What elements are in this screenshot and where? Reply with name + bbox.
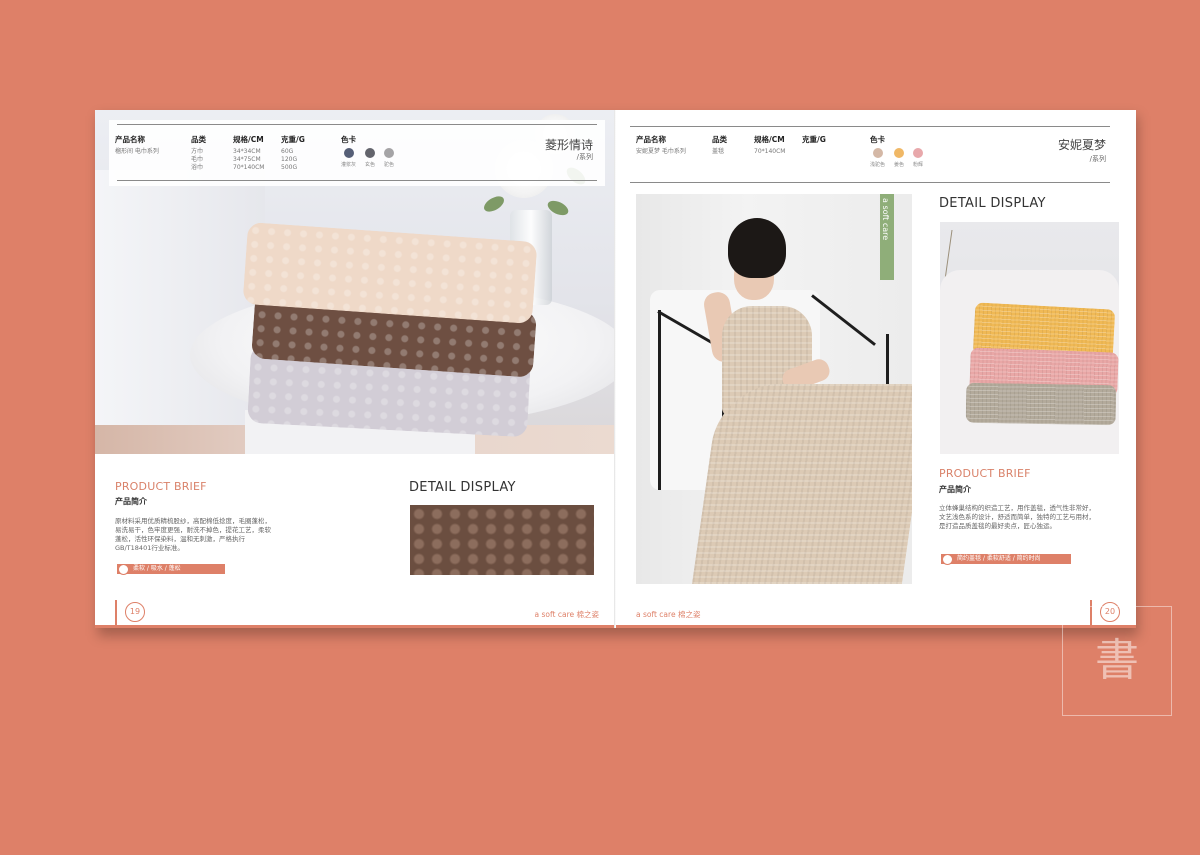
color-swatch: 粉辉 <box>913 148 923 169</box>
swatch-dot <box>913 148 924 158</box>
spec-color-col: 色卡 灌浆灰 玄色 驼色 <box>341 135 395 169</box>
swatch-dot <box>343 148 354 158</box>
brief-text: 原材料采用优质精梳股纱，高配棉低捻度，毛圈蓬松， 易洗易干，色牢度更强，耐洗不掉… <box>115 517 271 552</box>
spec-size-col: 规格/CM 70*140CM <box>754 135 786 156</box>
folded-blankets-photo <box>940 222 1119 454</box>
spec-weight-col: 克重/G <box>802 135 826 144</box>
watermark-seal: 書 <box>1062 606 1172 716</box>
detail-towel-image <box>410 505 594 575</box>
color-swatch: 驼色 <box>384 148 394 169</box>
color-swatches: 灌浆灰 玄色 驼色 <box>341 148 394 169</box>
series-title: 菱形情诗 <box>544 138 593 152</box>
spec-name-col: 产品名称 安妮夏梦 毛巾系列 <box>636 135 686 156</box>
swatch-label: 灌浆灰 <box>341 162 357 168</box>
swatch-label: 粉辉 <box>913 162 924 168</box>
woman-blanket-photo <box>636 194 912 584</box>
swatch-dot <box>894 148 905 158</box>
brief-sub: 产品简介 <box>939 485 971 494</box>
series-sub: /系列 <box>576 153 593 161</box>
spec-name-col: 产品名称 榴形间 电巾系列 <box>115 135 159 156</box>
swatch-dot <box>384 148 395 158</box>
brand-footer: a soft care 棉之姿 <box>534 610 599 619</box>
detail-display-title: DETAIL DISPLAY <box>409 480 516 495</box>
feature-tag: 柔软 / 吸水 / 蓬松 <box>117 564 225 575</box>
bottom-accent-bar <box>616 625 1136 628</box>
series-title: 安妮夏梦 <box>1057 138 1106 152</box>
swatch-dot <box>365 148 376 158</box>
swatch-dot <box>872 148 883 158</box>
brief-title: PRODUCT BRIEF <box>939 467 1031 480</box>
spec-panel: 产品名称 榴形间 电巾系列 品类 方巾 毛巾 浴巾 规格/CM 34*34CM … <box>109 120 605 186</box>
vertical-brand-tab: a soft care <box>880 194 894 280</box>
left-page: 产品名称 榴形间 电巾系列 品类 方巾 毛巾 浴巾 规格/CM 34*34CM … <box>95 110 615 628</box>
feature-tag: 简约盖毯 / 柔软舒适 / 简约时尚 <box>941 554 1071 565</box>
color-swatch: 灌浆灰 <box>341 148 356 169</box>
spec-color-col: 色卡 浅驼色 姜色 粉辉 <box>870 135 924 169</box>
brief-sub: 产品简介 <box>115 497 147 506</box>
series-sub: /系列 <box>1089 155 1106 163</box>
color-swatch: 姜色 <box>894 148 904 169</box>
page-number: 19 <box>125 602 145 622</box>
bottom-accent-bar <box>95 625 615 628</box>
right-page: 产品名称 安妮夏梦 毛巾系列 品类 盖毯 规格/CM 70*140CM 克重/G… <box>616 110 1136 628</box>
color-swatch: 玄色 <box>365 148 375 169</box>
brief-text: 立体蜂巢结构的织造工艺，用作盖毯，透气性非常好， 文艺浅色系的设计，舒适而简单，… <box>939 504 1095 530</box>
detail-display-title: DETAIL DISPLAY <box>939 196 1046 211</box>
spec-weight-col: 克重/G 60G 120G 500G <box>281 135 305 172</box>
color-swatch: 浅驼色 <box>870 148 885 169</box>
swatch-label: 浅驼色 <box>870 162 886 168</box>
swatch-label: 姜色 <box>894 162 905 168</box>
spec-panel: 产品名称 安妮夏梦 毛巾系列 品类 盖毯 规格/CM 70*140CM 克重/G… <box>622 120 1118 186</box>
spec-size-col: 规格/CM 34*34CM 34*75CM 70*140CM <box>233 135 265 172</box>
color-swatches: 浅驼色 姜色 粉辉 <box>870 148 923 169</box>
swatch-label: 驼色 <box>384 162 395 168</box>
spec-category-col: 品类 盖毯 <box>712 135 727 156</box>
page-bar <box>115 600 117 626</box>
brand-footer: a soft care 棉之姿 <box>636 610 701 619</box>
brief-title: PRODUCT BRIEF <box>115 480 207 493</box>
swatch-label: 玄色 <box>365 162 376 168</box>
spec-category-col: 品类 方巾 毛巾 浴巾 <box>191 135 206 172</box>
